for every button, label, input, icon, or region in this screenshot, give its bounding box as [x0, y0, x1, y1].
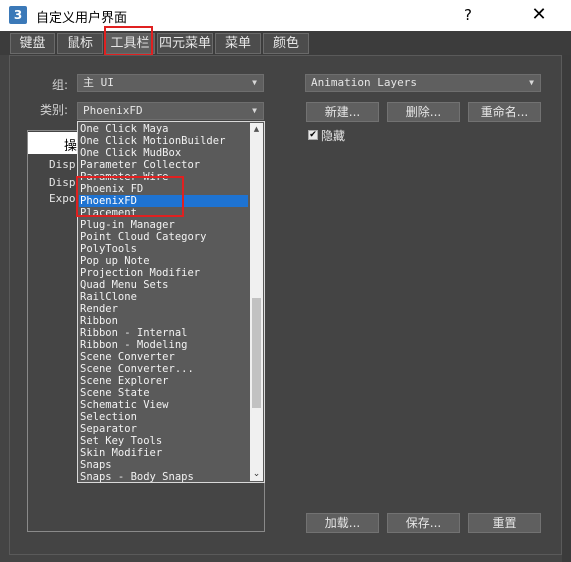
dropdown-item[interactable]: Scene State — [79, 387, 248, 399]
scroll-up-icon[interactable]: ▲ — [252, 124, 261, 134]
hide-checkbox[interactable]: ✔ — [308, 130, 318, 140]
dropdown-item[interactable]: Quad Menu Sets — [79, 279, 248, 291]
dropdown-item[interactable]: PhoenixFD — [79, 195, 248, 207]
tab-toolbars[interactable]: 工具栏 — [105, 33, 155, 54]
toolbar-select[interactable]: Animation Layers ▼ — [305, 74, 541, 92]
delete-toolbar-button[interactable]: 删除... — [387, 102, 460, 122]
category-select[interactable]: PhoenixFD ▼ — [77, 102, 264, 120]
dropdown-item[interactable]: Placement — [79, 207, 248, 219]
tab-menus[interactable]: 菜单 — [215, 33, 261, 54]
dropdown-item[interactable]: RailClone — [79, 291, 248, 303]
list-item[interactable]: Disp — [49, 158, 76, 171]
dropdown-item[interactable]: Schematic View — [79, 399, 248, 411]
dropdown-item[interactable]: Parameter Collector — [79, 159, 248, 171]
dropdown-item[interactable]: Separator — [79, 423, 248, 435]
dropdown-item[interactable]: One Click MudBox — [79, 147, 248, 159]
group-label: 组: — [52, 78, 69, 92]
dropdown-item[interactable]: Scene Converter — [79, 351, 248, 363]
dropdown-item[interactable]: Ribbon — [79, 315, 248, 327]
scroll-thumb[interactable] — [252, 298, 261, 408]
hide-label: 隐藏 — [321, 129, 346, 143]
category-label: 类别: — [40, 103, 69, 117]
window-edge — [562, 55, 571, 562]
new-toolbar-button[interactable]: 新建... — [306, 102, 379, 122]
dropdown-item[interactable]: Projection Modifier — [79, 267, 248, 279]
list-item[interactable]: Disp — [49, 176, 76, 189]
toolbar-select-value: Animation Layers — [311, 76, 417, 89]
chevron-down-icon: ▼ — [252, 106, 257, 115]
category-dropdown[interactable]: One Click Maya One Click MotionBuilder One… — [77, 121, 265, 483]
dropdown-item[interactable]: Ribbon - Internal — [79, 327, 248, 339]
load-button[interactable]: 加载... — [306, 513, 379, 533]
dropdown-scrollbar[interactable]: ▲ ⌄ — [250, 123, 263, 481]
dropdown-item[interactable]: Skin Modifier — [79, 447, 248, 459]
dropdown-item[interactable]: Scene Converter... — [79, 363, 248, 375]
list-item[interactable]: Expo — [49, 192, 76, 205]
dropdown-item[interactable]: Phoenix FD — [79, 183, 248, 195]
group-select[interactable]: 主 UI ▼ — [77, 74, 264, 92]
dropdown-item[interactable]: Scene Explorer — [79, 375, 248, 387]
close-button[interactable]: ✕ — [527, 4, 551, 26]
dropdown-item[interactable]: PolyTools — [79, 243, 248, 255]
dropdown-item[interactable]: One Click Maya — [79, 123, 248, 135]
dropdown-item[interactable]: Point Cloud Category — [79, 231, 248, 243]
help-button[interactable]: ? — [457, 4, 479, 26]
dropdown-item[interactable]: Set Key Tools — [79, 435, 248, 447]
tab-quad-menus[interactable]: 四元菜单 — [157, 33, 213, 54]
tab-keyboard[interactable]: 键盘 — [10, 33, 55, 54]
dropdown-item[interactable]: Snaps — [79, 459, 248, 471]
chevron-down-icon[interactable]: ⌄ — [250, 468, 263, 480]
dropdown-item[interactable]: Selection — [79, 411, 248, 423]
dropdown-item[interactable]: Render — [79, 303, 248, 315]
dropdown-item[interactable]: Parameter Wire — [79, 171, 248, 183]
chevron-down-icon: ▼ — [529, 78, 534, 87]
dropdown-item[interactable]: Ribbon - Modeling — [79, 339, 248, 351]
reset-button[interactable]: 重置 — [468, 513, 541, 533]
dropdown-item[interactable]: Pop up Note — [79, 255, 248, 267]
app-icon: 3 — [9, 6, 27, 24]
dropdown-item[interactable]: Plug-in Manager — [79, 219, 248, 231]
chevron-down-icon: ▼ — [252, 78, 257, 87]
dropdown-item[interactable]: One Click MotionBuilder — [79, 135, 248, 147]
window-title: 自定义用户界面 — [36, 11, 128, 26]
tab-mouse[interactable]: 鼠标 — [57, 33, 103, 54]
dropdown-item[interactable]: Snaps - Body Snaps — [79, 471, 248, 482]
save-button[interactable]: 保存... — [387, 513, 460, 533]
category-select-value: PhoenixFD — [83, 104, 143, 117]
rename-toolbar-button[interactable]: 重命名... — [468, 102, 541, 122]
group-select-value: 主 UI — [83, 76, 114, 89]
tab-colors[interactable]: 颜色 — [263, 33, 309, 54]
